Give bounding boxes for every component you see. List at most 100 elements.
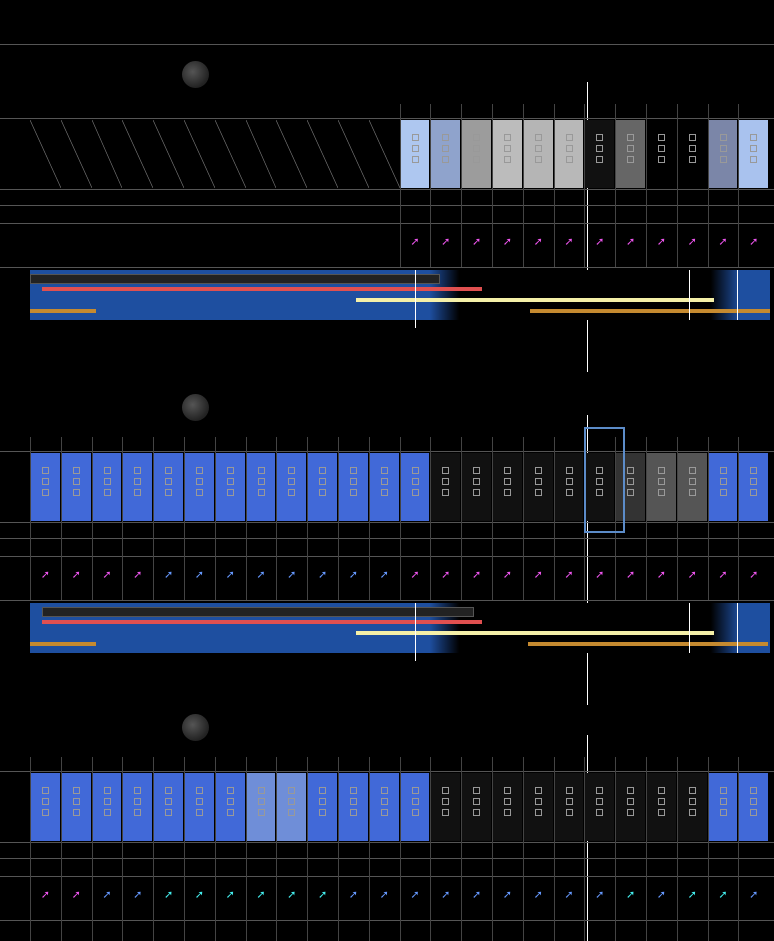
cloud-layer-box [596,798,604,805]
cloud-cell [339,453,368,521]
cloud-layer-box [504,156,511,163]
cloud-layer-box [350,809,357,816]
cloud-layer-box [658,145,665,152]
cloud-layer-box [226,798,234,805]
header-divider [0,44,774,45]
cloud-layer-box [504,489,511,496]
cloud-layer-box [42,809,49,816]
cloud-layer-box [134,478,142,485]
past-hatch [368,120,400,188]
cloud-layer-box [103,809,111,816]
past-hatch [153,120,184,188]
wind-arrow-icon: ➚ [718,235,728,248]
cloud-layer-box [565,134,573,141]
cloud-cell [61,773,91,841]
cloud-layer-box [319,478,327,485]
cloud-cell [369,773,399,841]
cloud-layer-box [226,787,234,794]
cloud-layer-box [534,809,542,816]
cloud-layer-box [473,145,481,152]
cloud-cell [431,120,461,188]
cloud-layer-box [565,489,573,496]
dusk-line [415,270,416,328]
cloud-layer-box [750,478,758,485]
cloud-layer-box [442,809,450,816]
cloud-layer-box [103,787,111,794]
cloud-layer-box [380,467,388,474]
jupiter-bar [356,298,714,302]
cloud-layer-box [688,798,696,805]
cloud-cell [493,773,522,841]
cloud-cell [462,453,491,521]
selected-hour-frame[interactable] [584,427,626,533]
cloud-layer-box [473,787,481,794]
cloud-layer-box [534,478,542,485]
cloud-layer-box [473,809,481,816]
cloud-layer-box [134,798,142,805]
cloud-cell [616,120,645,188]
cloud-cell [308,453,337,521]
cloud-layer-box [627,467,635,474]
cloud-layer-box [165,787,173,794]
cloud-layer-box [719,145,727,152]
cloud-layer-box [380,798,388,805]
cloud-layer-box [134,787,142,794]
cloud-cell [585,120,615,188]
cloud-layer-box [103,798,111,805]
cloud-layer-box [473,489,481,496]
cloud-cell [215,773,245,841]
dawn-line [689,603,690,653]
wind-arrow-icon: ➚ [687,888,697,901]
cloud-layer-box [226,467,234,474]
cloud-layer-box [534,798,542,805]
past-hatch [276,120,308,188]
cloud-layer-box [380,809,388,816]
wind-arrow-icon: ➚ [410,235,420,248]
cloud-layer-box [688,787,696,794]
cloud-layer-box [165,478,173,485]
wind-arrow-icon: ➚ [625,235,636,248]
cloud-cell [246,773,276,841]
cloud-layer-box [103,478,111,485]
sunrise-line [737,270,738,320]
wind-arrow-icon: ➚ [533,235,543,248]
row-divider [0,118,774,119]
cloud-layer-box [719,134,727,141]
cloud-layer-box [627,134,635,141]
wind-arrow-icon: ➚ [564,568,574,581]
cloud-layer-box [350,489,357,496]
cloud-layer-box [380,787,388,794]
cloud-layer-box [257,798,265,805]
moon-bar [42,607,474,617]
cloud-layer-box [165,809,173,816]
wind-arrow-icon: ➚ [163,568,174,581]
cloud-cell [462,773,491,841]
wind-arrow-icon: ➚ [749,235,759,248]
cloud-cell [554,120,584,188]
wind-arrow-icon: ➚ [749,888,759,901]
cloud-layer-box [565,467,573,474]
moon-phase-icon [182,394,209,421]
cloud-layer-box [719,787,727,794]
cloud-layer-box [442,134,450,141]
cloud-cell [246,453,276,521]
wind-arrow-icon: ➚ [718,888,728,901]
cloud-layer-box [688,134,696,141]
cloud-cell [493,453,522,521]
cloud-layer-box [411,156,419,163]
cloud-layer-box [42,467,49,474]
cloud-layer-box [688,156,696,163]
row-divider [0,858,774,859]
cloud-layer-box [319,787,327,794]
cloud-layer-box [658,489,665,496]
cloud-cell [154,453,183,521]
jupiter-bar [356,631,714,635]
cloud-layer-box [288,467,296,474]
cloud-layer-box [534,787,542,794]
wind-arrow-icon: ➚ [194,568,204,581]
cloud-layer-box [473,156,481,163]
cloud-cell [431,453,461,521]
cloud-layer-box [719,478,727,485]
cloud-layer-box [750,145,758,152]
past-hatch [184,120,215,188]
